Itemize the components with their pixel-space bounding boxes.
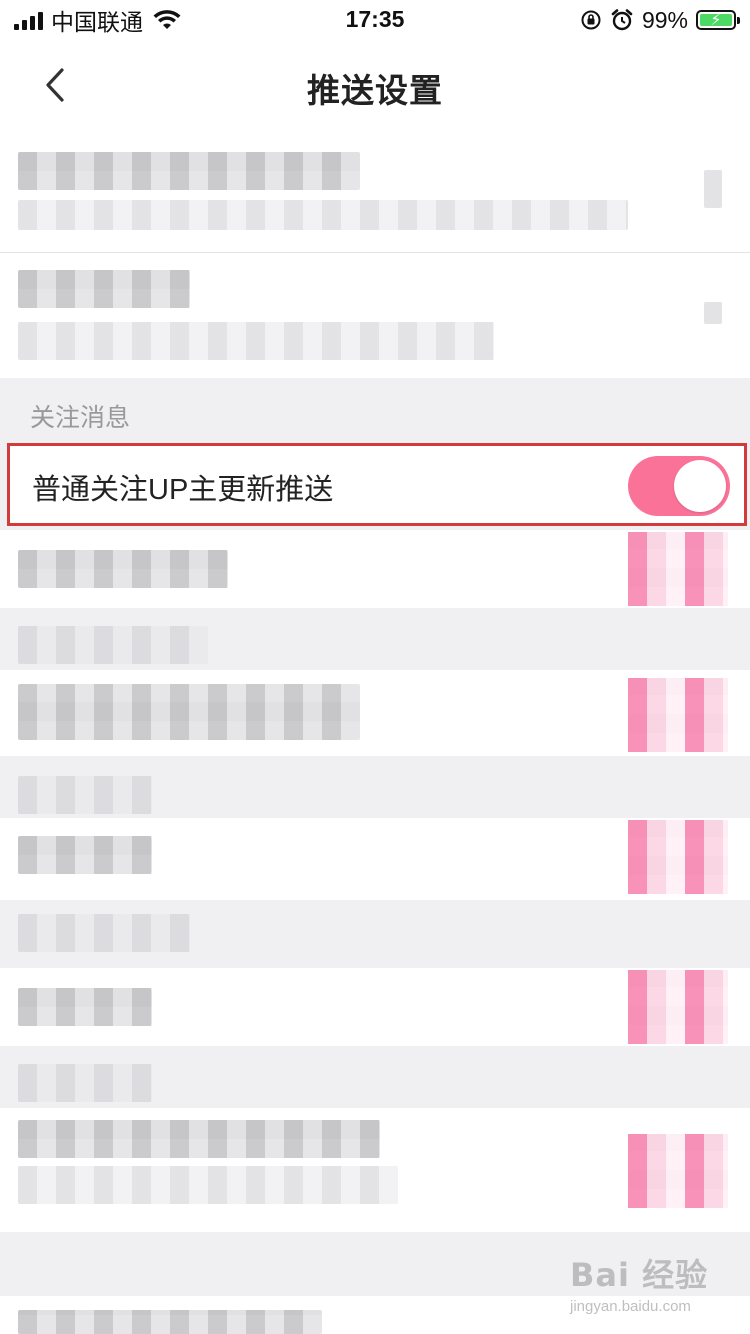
- navigation-bar: 推送设置: [0, 40, 750, 130]
- blurred-chevron: [704, 170, 722, 208]
- blurred-chevron: [704, 302, 722, 324]
- battery-icon: ⚡: [696, 10, 740, 30]
- blurred-toggle-row[interactable]: [0, 818, 750, 900]
- blurred-row-label: [18, 988, 152, 1026]
- blurred-toggle-row[interactable]: [0, 530, 750, 608]
- blurred-setting-title: [18, 152, 360, 190]
- setting-label: 普通关注UP主更新推送: [32, 474, 334, 506]
- watermark-url: jingyan.baidu.com: [570, 1298, 691, 1315]
- blurred-section-header: [0, 900, 750, 968]
- blurred-row-label: [18, 550, 228, 588]
- blurred-toggle[interactable]: [628, 532, 728, 606]
- status-bar: 中国联通 17:35 99% ⚡: [0, 0, 750, 40]
- blurred-toggle[interactable]: [628, 970, 728, 1044]
- section-header-follow: 关注消息: [30, 404, 131, 432]
- follow-up-update-push-row[interactable]: 普通关注UP主更新推送: [7, 443, 747, 526]
- blurred-row-description: [18, 1166, 398, 1204]
- blurred-toggle[interactable]: [628, 820, 728, 894]
- blurred-toggle[interactable]: [628, 1134, 728, 1208]
- blurred-settings-card: [0, 130, 750, 378]
- blurred-toggle-row[interactable]: [0, 670, 750, 756]
- blurred-section-header: [0, 1046, 750, 1108]
- blurred-toggle-row[interactable]: [0, 1108, 750, 1232]
- blurred-row-label: [18, 684, 360, 740]
- toggle-knob: [674, 460, 726, 512]
- baidu-jingyan-watermark: Bai 经验 jingyan.baidu.com: [570, 1250, 730, 1320]
- status-bar-right: 99% ⚡: [580, 6, 740, 34]
- orientation-lock-icon: [581, 10, 601, 30]
- blurred-section-title: [18, 626, 208, 664]
- blurred-row-label: [18, 1310, 322, 1334]
- follow-up-update-toggle[interactable]: [628, 456, 730, 516]
- blurred-toggle[interactable]: [628, 678, 728, 752]
- blurred-section-header: [0, 608, 750, 670]
- blurred-section-title: [18, 914, 190, 952]
- blurred-setting-description: [18, 322, 494, 360]
- divider: [0, 252, 750, 253]
- page-title: 推送设置: [307, 72, 443, 109]
- blurred-toggle-row[interactable]: [0, 968, 750, 1046]
- blurred-row-label: [18, 836, 152, 874]
- battery-percent: 99%: [641, 6, 688, 33]
- alarm-icon: [611, 9, 633, 31]
- blurred-section-header: [0, 756, 750, 818]
- blurred-section-title: [18, 776, 152, 814]
- blurred-row-label: [18, 1120, 380, 1158]
- blurred-section-title: [18, 1064, 152, 1102]
- watermark-brand: Bai 经验: [570, 1256, 709, 1294]
- blurred-setting-title: [18, 270, 190, 308]
- blurred-setting-description: [18, 200, 628, 230]
